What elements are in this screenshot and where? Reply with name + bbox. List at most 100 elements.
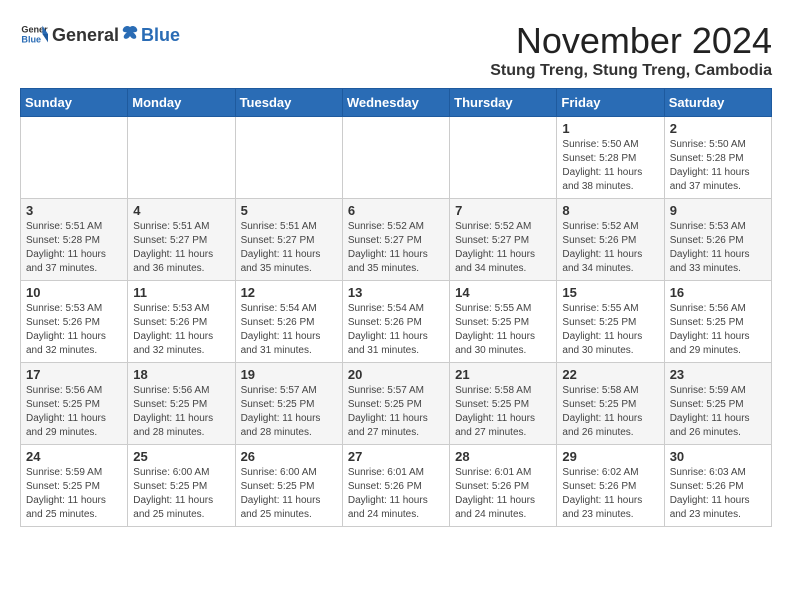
day-number: 30 <box>670 449 766 464</box>
calendar-cell: 27 Sunrise: 6:01 AMSunset: 5:26 PMDayligh… <box>342 445 449 527</box>
day-info: Sunrise: 5:53 AMSunset: 5:26 PMDaylight:… <box>133 302 229 358</box>
calendar-cell <box>342 117 449 199</box>
day-number: 16 <box>670 285 766 300</box>
day-number: 21 <box>455 367 551 382</box>
day-number: 2 <box>670 121 766 136</box>
calendar-cell: 18 Sunrise: 5:56 AMSunset: 5:25 PMDayligh… <box>128 363 235 445</box>
calendar-cell: 22Sunrise: 5:58 AMSunset: 5:25 PMDayligh… <box>557 363 664 445</box>
calendar-cell: 11 Sunrise: 5:53 AMSunset: 5:26 PMDayligh… <box>128 281 235 363</box>
day-number: 9 <box>670 203 766 218</box>
day-number: 23 <box>670 367 766 382</box>
calendar-cell: 2 Sunrise: 5:50 AMSunset: 5:28 PMDaylight… <box>664 117 771 199</box>
calendar-cell: 3Sunrise: 5:51 AMSunset: 5:28 PMDaylight… <box>21 199 128 281</box>
day-info: Sunrise: 5:57 AMSunset: 5:25 PMDaylight:… <box>241 384 337 440</box>
day-info: Sunrise: 5:51 AMSunset: 5:27 PMDaylight:… <box>241 220 337 276</box>
calendar-cell: 19 Sunrise: 5:57 AMSunset: 5:25 PMDayligh… <box>235 363 342 445</box>
day-info: Sunrise: 6:01 AMSunset: 5:26 PMDaylight:… <box>348 466 444 522</box>
calendar-cell: 24Sunrise: 5:59 AMSunset: 5:25 PMDayligh… <box>21 445 128 527</box>
day-number: 13 <box>348 285 444 300</box>
day-info: Sunrise: 5:50 AMSunset: 5:28 PMDaylight:… <box>670 138 766 194</box>
weekday-header-friday: Friday <box>557 89 664 117</box>
calendar-cell <box>128 117 235 199</box>
calendar-cell: 13 Sunrise: 5:54 AMSunset: 5:26 PMDayligh… <box>342 281 449 363</box>
logo: General Blue General Blue <box>20 20 180 48</box>
day-info: Sunrise: 5:52 AMSunset: 5:27 PMDaylight:… <box>348 220 444 276</box>
day-number: 29 <box>562 449 658 464</box>
calendar-cell: 8 Sunrise: 5:52 AMSunset: 5:26 PMDaylight… <box>557 199 664 281</box>
calendar-week-2: 3Sunrise: 5:51 AMSunset: 5:28 PMDaylight… <box>21 199 772 281</box>
day-info: Sunrise: 6:00 AMSunset: 5:25 PMDaylight:… <box>241 466 337 522</box>
weekday-header-sunday: Sunday <box>21 89 128 117</box>
calendar-cell: 14 Sunrise: 5:55 AMSunset: 5:25 PMDayligh… <box>450 281 557 363</box>
day-info: Sunrise: 6:03 AMSunset: 5:26 PMDaylight:… <box>670 466 766 522</box>
calendar-week-3: 10 Sunrise: 5:53 AMSunset: 5:26 PMDayligh… <box>21 281 772 363</box>
calendar-cell <box>450 117 557 199</box>
calendar-cell: 7 Sunrise: 5:52 AMSunset: 5:27 PMDaylight… <box>450 199 557 281</box>
logo-blue-text: Blue <box>141 25 180 46</box>
logo-general-text: General <box>52 25 119 46</box>
day-number: 20 <box>348 367 444 382</box>
day-info: Sunrise: 5:51 AMSunset: 5:27 PMDaylight:… <box>133 220 229 276</box>
day-info: Sunrise: 5:56 AMSunset: 5:25 PMDaylight:… <box>26 384 122 440</box>
calendar-week-5: 24Sunrise: 5:59 AMSunset: 5:25 PMDayligh… <box>21 445 772 527</box>
month-title: November 2024 <box>490 20 772 62</box>
day-number: 24 <box>26 449 122 464</box>
day-info: Sunrise: 5:57 AMSunset: 5:25 PMDaylight:… <box>348 384 444 440</box>
day-number: 14 <box>455 285 551 300</box>
day-info: Sunrise: 5:56 AMSunset: 5:25 PMDaylight:… <box>670 302 766 358</box>
calendar-table: SundayMondayTuesdayWednesdayThursdayFrid… <box>20 88 772 527</box>
day-number: 26 <box>241 449 337 464</box>
calendar-cell: 28Sunrise: 6:01 AMSunset: 5:26 PMDayligh… <box>450 445 557 527</box>
day-number: 27 <box>348 449 444 464</box>
day-number: 5 <box>241 203 337 218</box>
day-info: Sunrise: 5:55 AMSunset: 5:25 PMDaylight:… <box>455 302 551 358</box>
weekday-header-saturday: Saturday <box>664 89 771 117</box>
calendar-week-4: 17 Sunrise: 5:56 AMSunset: 5:25 PMDayligh… <box>21 363 772 445</box>
day-number: 4 <box>133 203 229 218</box>
calendar-cell <box>21 117 128 199</box>
weekday-header-tuesday: Tuesday <box>235 89 342 117</box>
calendar-cell: 9 Sunrise: 5:53 AMSunset: 5:26 PMDaylight… <box>664 199 771 281</box>
calendar-week-1: 1Sunrise: 5:50 AMSunset: 5:28 PMDaylight… <box>21 117 772 199</box>
day-number: 12 <box>241 285 337 300</box>
calendar-cell: 21Sunrise: 5:58 AMSunset: 5:25 PMDayligh… <box>450 363 557 445</box>
day-number: 6 <box>348 203 444 218</box>
logo-bird-icon <box>121 23 139 41</box>
calendar-cell: 23 Sunrise: 5:59 AMSunset: 5:25 PMDayligh… <box>664 363 771 445</box>
weekday-header-row: SundayMondayTuesdayWednesdayThursdayFrid… <box>21 89 772 117</box>
day-number: 10 <box>26 285 122 300</box>
day-info: Sunrise: 5:53 AMSunset: 5:26 PMDaylight:… <box>670 220 766 276</box>
day-number: 11 <box>133 285 229 300</box>
day-info: Sunrise: 5:56 AMSunset: 5:25 PMDaylight:… <box>133 384 229 440</box>
title-block: November 2024 Stung Treng, Stung Treng, … <box>490 20 772 80</box>
day-number: 7 <box>455 203 551 218</box>
day-number: 18 <box>133 367 229 382</box>
day-number: 15 <box>562 285 658 300</box>
weekday-header-monday: Monday <box>128 89 235 117</box>
day-info: Sunrise: 5:54 AMSunset: 5:26 PMDaylight:… <box>348 302 444 358</box>
calendar-cell <box>235 117 342 199</box>
weekday-header-wednesday: Wednesday <box>342 89 449 117</box>
day-info: Sunrise: 5:52 AMSunset: 5:27 PMDaylight:… <box>455 220 551 276</box>
day-number: 3 <box>26 203 122 218</box>
day-info: Sunrise: 5:59 AMSunset: 5:25 PMDaylight:… <box>670 384 766 440</box>
day-info: Sunrise: 5:50 AMSunset: 5:28 PMDaylight:… <box>562 138 658 194</box>
day-number: 25 <box>133 449 229 464</box>
calendar-cell: 12 Sunrise: 5:54 AMSunset: 5:26 PMDayligh… <box>235 281 342 363</box>
day-number: 8 <box>562 203 658 218</box>
day-info: Sunrise: 5:54 AMSunset: 5:26 PMDaylight:… <box>241 302 337 358</box>
day-number: 17 <box>26 367 122 382</box>
logo-icon: General Blue <box>20 20 48 48</box>
calendar-cell: 10Sunrise: 5:53 AMSunset: 5:26 PMDayligh… <box>21 281 128 363</box>
day-info: Sunrise: 6:00 AMSunset: 5:25 PMDaylight:… <box>133 466 229 522</box>
day-info: Sunrise: 5:55 AMSunset: 5:25 PMDaylight:… <box>562 302 658 358</box>
calendar-cell: 5 Sunrise: 5:51 AMSunset: 5:27 PMDaylight… <box>235 199 342 281</box>
day-info: Sunrise: 6:02 AMSunset: 5:26 PMDaylight:… <box>562 466 658 522</box>
calendar-cell: 4 Sunrise: 5:51 AMSunset: 5:27 PMDaylight… <box>128 199 235 281</box>
page-header: General Blue General Blue November 2024 … <box>20 20 772 80</box>
calendar-cell: 25 Sunrise: 6:00 AMSunset: 5:25 PMDayligh… <box>128 445 235 527</box>
day-number: 19 <box>241 367 337 382</box>
day-info: Sunrise: 5:52 AMSunset: 5:26 PMDaylight:… <box>562 220 658 276</box>
calendar-cell: 1Sunrise: 5:50 AMSunset: 5:28 PMDaylight… <box>557 117 664 199</box>
day-info: Sunrise: 5:58 AMSunset: 5:25 PMDaylight:… <box>562 384 658 440</box>
